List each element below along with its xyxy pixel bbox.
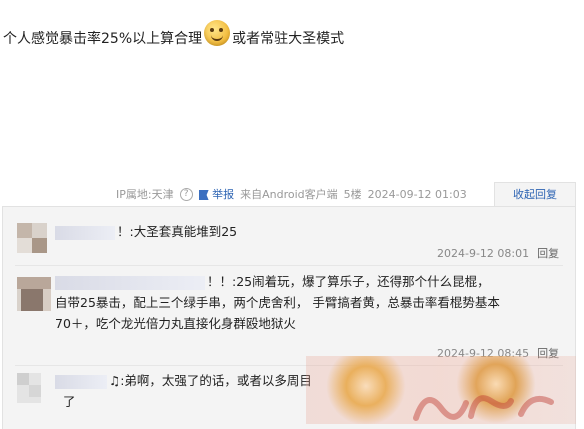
username[interactable] [55,275,205,290]
reply-body: ♫:弟啊，太强了的话，或者以多周目 [55,370,312,391]
report-link[interactable]: 举报 [198,186,235,202]
reply-item: ！！:25闹着玩，爆了算乐子，还得那个什么昆棍， 自带25暴击，配上三个绿手串，… [3,265,575,363]
reply-body-line: 了 [63,394,76,409]
flag-icon [198,190,209,200]
reply-body-line: 自带25暴击，配上三个绿手串，两个虎舍利， 手臂搞者黄，总暴击率看棍势基本 [55,295,500,310]
collapse-replies-button[interactable]: 收起回复 [494,182,576,207]
reply-text: :25闹着玩，爆了算乐子，还得那个什么昆棍， [232,274,490,289]
question-circle-icon[interactable]: ? [179,187,193,201]
reply-body-line: 70＋，吃个龙光倍力丸直接化身群殴地狱火 [55,316,296,331]
post-content: 个人感觉暴击率25%以上算合理 或者常驻大圣模式 [3,20,345,52]
username[interactable] [55,374,107,389]
reply-meta: 2024-9-12 08:01 回复 [437,245,559,261]
reply-text: 弟啊，太强了的话，或者以多周目 [124,373,312,388]
report-label: 举报 [212,188,235,201]
avatar[interactable] [17,373,41,403]
post-text-part2: 或者常驻大圣模式 [232,31,345,47]
username-suffix: ♫: [109,373,125,388]
username-suffix: ！: [117,224,134,239]
reply-text: 大圣套真能堆到25 [133,224,238,239]
post-source: 来自Android客户端 [240,188,338,201]
avatar[interactable] [17,277,51,311]
ip-location: IP属地:天津 [116,188,174,201]
post-timestamp: 2024-09-12 01:03 [367,187,467,201]
reply-time: 2024-9-12 08:01 [437,247,530,260]
reply-body: ！！:25闹着玩，爆了算乐子，还得那个什么昆棍， [55,271,490,292]
post-meta: IP属地:天津 ? 举报 来自Android客户端 5楼 2024-09-12 … [116,186,467,202]
watermark-brush-strokes [413,395,554,421]
smile-emoji-icon [204,20,231,46]
floor-number: 5楼 [343,188,362,201]
username[interactable] [55,225,115,240]
reply-item: ！:大圣套真能堆到25 2024-9-12 08:01 回复 [3,207,575,263]
post: 个人感觉暴击率25%以上算合理 或者常驻大圣模式 IP属地:天津 ? 举报 来自A… [0,0,584,207]
reply-button[interactable]: 回复 [537,247,559,260]
reply-body: ！:大圣套真能堆到25 [55,221,237,242]
watermark-logo [306,356,576,424]
avatar[interactable] [17,223,47,253]
username-suffix: ！！ [207,274,233,289]
post-text-part1: 个人感觉暴击率25%以上算合理 [3,31,203,47]
